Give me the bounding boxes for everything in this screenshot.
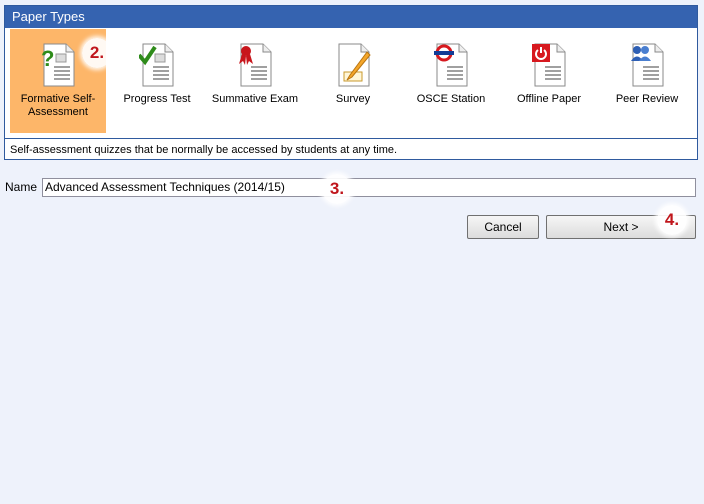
paper-type-progress[interactable]: Progress Test (109, 29, 205, 133)
roundel-document-icon (434, 43, 468, 87)
ribbon-document-icon (239, 43, 272, 87)
question-document-icon: ? (41, 43, 75, 87)
cancel-button[interactable]: Cancel (467, 215, 539, 239)
paper-type-survey[interactable]: Survey (305, 29, 401, 133)
paper-type-label: Formative Self-Assessment (20, 93, 96, 118)
paper-type-peer[interactable]: Peer Review (599, 29, 695, 133)
checkmark-document-icon (139, 43, 174, 87)
paper-type-label: Offline Paper (516, 93, 581, 105)
paper-type-label: Peer Review (615, 93, 679, 105)
name-label: Name (5, 180, 38, 194)
power-document-icon (532, 43, 566, 87)
paper-type-label: OSCE Station (416, 93, 486, 105)
svg-text:?: ? (41, 46, 54, 71)
people-document-icon (631, 43, 664, 87)
paper-type-offline[interactable]: Offline Paper (501, 29, 597, 133)
step-marker-2: 2. (82, 38, 112, 68)
panel-title: Paper Types (5, 6, 697, 28)
paper-type-label: Summative Exam (211, 93, 299, 105)
paper-type-label: Progress Test (123, 93, 191, 105)
paper-type-label: Survey (335, 93, 371, 105)
paper-type-summative[interactable]: Summative Exam (207, 29, 303, 133)
step-marker-3: 3. (322, 174, 352, 204)
name-input[interactable]: Advanced Assessment Techniques (2014/15) (42, 178, 696, 197)
pencil-document-icon (338, 43, 371, 87)
step-marker-4: 4. (657, 205, 687, 235)
paper-types-panel: Paper Types ? Formative Self-Assessment (4, 5, 698, 160)
paper-type-description: Self-assessment quizzes that be normally… (10, 144, 398, 156)
paper-type-osce[interactable]: OSCE Station (403, 29, 499, 133)
